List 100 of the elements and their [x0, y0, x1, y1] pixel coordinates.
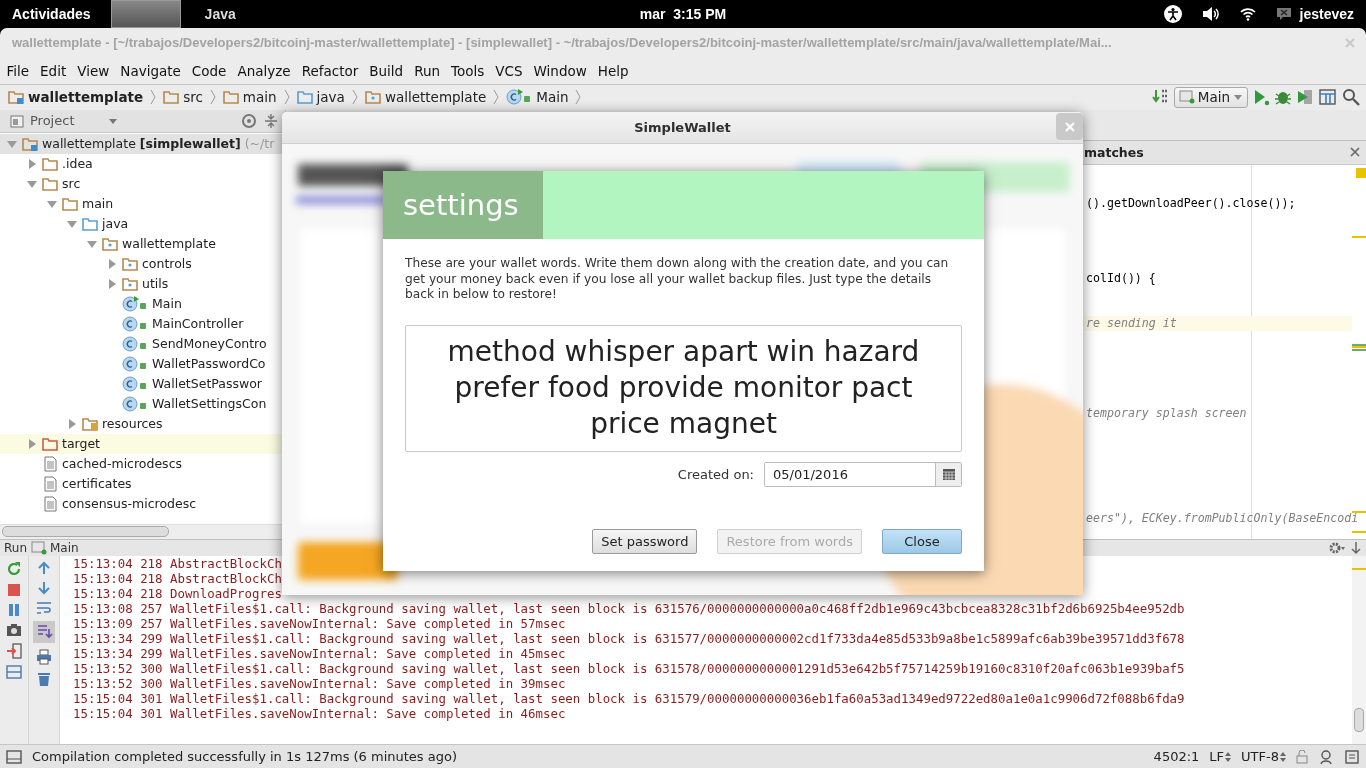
menu-item[interactable]: Run [408, 62, 446, 79]
menu-item[interactable]: VCS [489, 62, 529, 79]
menu-item[interactable]: Edit [34, 62, 72, 79]
clock[interactable]: mar 3:15 PM [639, 6, 727, 22]
error-stripe[interactable] [1352, 235, 1366, 238]
menu-item[interactable]: Build [363, 62, 409, 79]
tree-item[interactable]: Main [0, 293, 285, 314]
tree-item[interactable]: target [0, 433, 285, 454]
app-menu[interactable]: Java [180, 6, 236, 22]
menu-item[interactable]: Window [528, 62, 593, 79]
exit-icon[interactable] [6, 642, 22, 659]
wrap-icon[interactable] [36, 600, 52, 615]
dialog-button[interactable]: Close [882, 528, 962, 554]
change-marker[interactable] [1352, 348, 1366, 351]
tree-item[interactable]: MainController [0, 313, 285, 334]
tree-item[interactable]: SendMoneyContro [0, 333, 285, 354]
menu-item[interactable]: Refactor [296, 62, 364, 79]
status-marker[interactable] [1356, 167, 1366, 178]
tree-item[interactable]: wallettemplate [0, 233, 285, 254]
scroll-to-end-icon[interactable] [33, 620, 55, 643]
scrollbar-thumb[interactable] [1354, 708, 1364, 733]
expanded-arrow-icon[interactable] [67, 218, 77, 229]
stop-icon[interactable] [7, 582, 21, 597]
collapsed-arrow-icon[interactable] [27, 158, 37, 169]
volume-icon[interactable] [1201, 6, 1220, 22]
tree-item[interactable]: WalletSetPasswor [0, 373, 285, 394]
breadcrumb[interactable]: java [296, 89, 345, 106]
tree-item[interactable]: .idea [0, 153, 285, 174]
dialog-button[interactable]: Set password [592, 528, 698, 554]
close-button[interactable] [1056, 113, 1083, 140]
tree-item[interactable]: controls [0, 253, 285, 274]
print-icon[interactable] [36, 648, 52, 665]
scrollbar-thumb[interactable] [2, 526, 169, 538]
encoding[interactable]: UTF-8 [1241, 749, 1279, 765]
tree-item[interactable]: utils [0, 273, 285, 294]
breadcrumb[interactable]: wallettemplate [8, 89, 144, 106]
collapsed-arrow-icon[interactable] [27, 438, 37, 449]
pause-icon[interactable] [7, 602, 21, 617]
trash-icon[interactable] [37, 670, 51, 687]
tree-item[interactable]: main [0, 193, 285, 214]
expanded-arrow-icon[interactable] [47, 198, 57, 209]
hide-icon[interactable] [1350, 540, 1362, 555]
line-separator[interactable]: LF [1209, 749, 1225, 765]
status-icon[interactable] [6, 749, 22, 764]
tree-item[interactable]: WalletPasswordCo [0, 353, 285, 374]
cursor-position[interactable]: 4502:1 [1153, 749, 1200, 765]
expanded-arrow-icon[interactable] [27, 178, 37, 189]
expanded-arrow-icon[interactable] [7, 138, 17, 149]
wifi-icon[interactable] [1239, 7, 1256, 21]
run-tab[interactable]: Main [31, 540, 79, 555]
collapse-all-icon[interactable] [263, 112, 279, 129]
menu-item[interactable]: Help [592, 62, 635, 79]
log-line: 15:13:34 299 WalletFiles.saveNowInternal: Save completed in 45msec [73, 645, 567, 661]
tree-item[interactable]: wallettemplate [simplewallet] (~/tr [0, 133, 285, 154]
menu-item[interactable]: File [1, 62, 35, 79]
collapsed-arrow-icon[interactable] [67, 418, 77, 429]
lock-icon[interactable] [1296, 749, 1308, 764]
tree-item[interactable]: src [0, 173, 285, 194]
collapsed-arrow-icon[interactable] [107, 278, 117, 289]
run-config-dropdown[interactable]: Main [1173, 86, 1248, 108]
camera-icon[interactable] [6, 622, 22, 637]
menu-item[interactable]: Analyze [231, 62, 297, 79]
breadcrumb[interactable]: Main [506, 89, 569, 106]
menu-item[interactable]: Tools [445, 62, 490, 79]
coverage-icon[interactable] [1296, 88, 1314, 107]
run-icon[interactable] [1252, 88, 1270, 107]
tree-item[interactable]: consensus-microdesc [0, 493, 285, 514]
tree-item[interactable]: cached-microdescs [0, 453, 285, 474]
wallet-words-field[interactable]: method whisper apart win hazard prefer food provide monitor pact price magnet [405, 324, 962, 452]
tree-item[interactable]: WalletSettingsCon [0, 393, 285, 414]
menu-item[interactable]: Navigate [114, 62, 187, 79]
error-stripe[interactable] [1352, 530, 1366, 533]
tree-item[interactable]: java [0, 213, 285, 234]
breadcrumb[interactable]: wallettemplate [364, 89, 487, 106]
error-stripe[interactable] [1352, 510, 1366, 513]
layout-icon[interactable] [6, 664, 22, 679]
user-menu[interactable]: jestevez [1299, 6, 1354, 22]
menu-item[interactable]: Code [186, 62, 232, 79]
rerun-icon[interactable] [6, 560, 22, 577]
tree-item[interactable]: resources [0, 413, 285, 434]
calendar-button[interactable] [935, 462, 961, 486]
date-field[interactable]: 05/01/2016 [764, 461, 962, 487]
up-arrow-icon[interactable] [37, 560, 51, 575]
project-structure-icon[interactable] [1318, 88, 1338, 107]
inspector-icon[interactable] [1318, 748, 1334, 765]
close-icon[interactable] [1350, 147, 1360, 158]
search-icon[interactable] [1342, 88, 1360, 107]
event-log-icon[interactable] [1344, 748, 1360, 765]
menu-item[interactable]: View [71, 62, 115, 79]
breadcrumb[interactable]: main [222, 89, 277, 106]
chat-icon[interactable] [1275, 7, 1292, 21]
down-arrow-icon[interactable] [37, 580, 51, 595]
locate-icon[interactable] [241, 112, 257, 129]
tree-item[interactable]: certificates [0, 473, 285, 494]
collapsed-arrow-icon[interactable] [107, 258, 117, 269]
activities-label[interactable]: Actividades [12, 6, 91, 22]
expanded-arrow-icon[interactable] [87, 238, 97, 249]
settings-icon[interactable] [1328, 540, 1346, 555]
accessibility-icon[interactable] [1163, 5, 1182, 23]
breadcrumb[interactable]: src [163, 89, 203, 106]
